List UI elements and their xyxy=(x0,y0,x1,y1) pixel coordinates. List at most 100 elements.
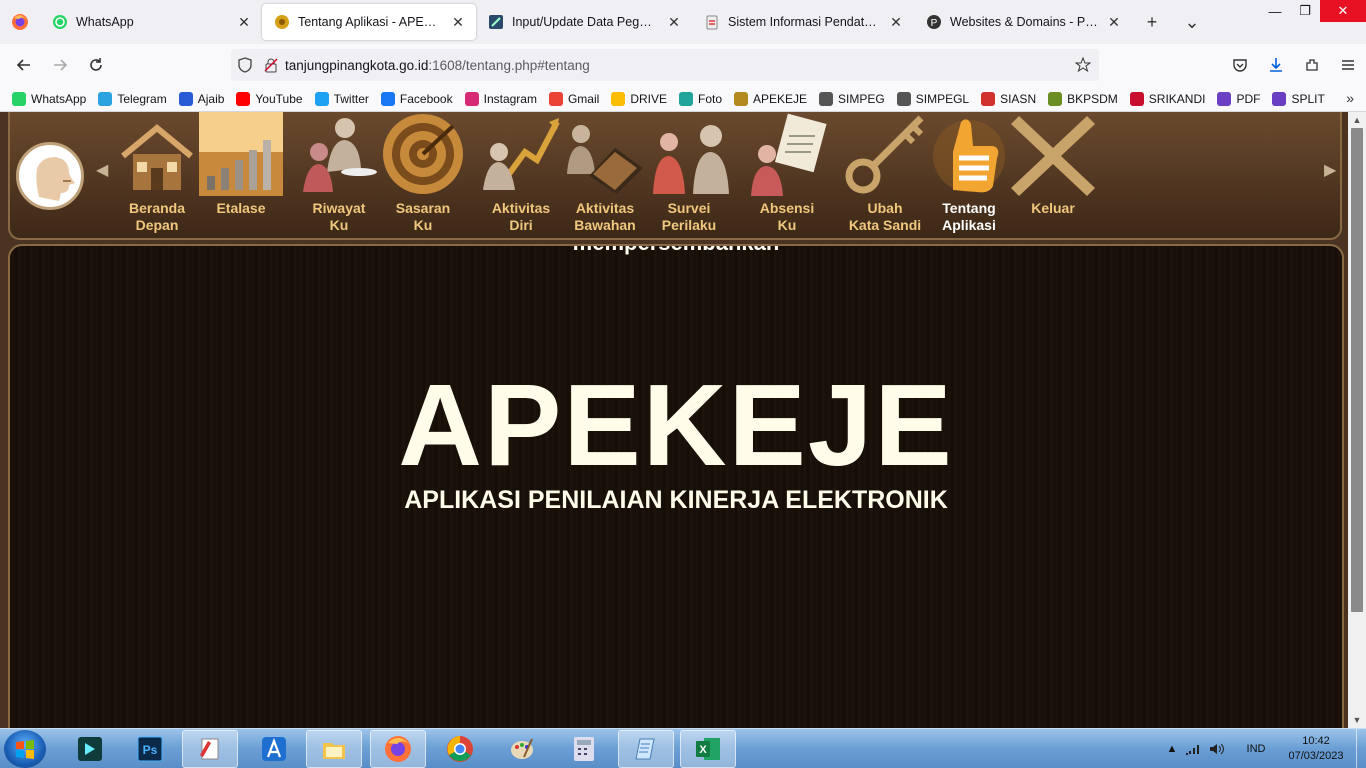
forward-button[interactable] xyxy=(42,49,78,81)
tab-whatsapp[interactable]: WhatsApp ✕ xyxy=(40,0,262,44)
pocket-icon[interactable] xyxy=(1222,44,1258,86)
bookmarks-overflow-chevron-icon[interactable]: » xyxy=(1346,90,1354,106)
tab-plesk[interactable]: P Websites & Domains - Plesk Obsidian ✕ xyxy=(914,0,1132,44)
bookmark-youtube[interactable]: YouTube xyxy=(236,91,303,106)
system-tray: ▲ IND 10:42 07/03/2023 xyxy=(1160,729,1366,768)
language-indicator[interactable]: IND xyxy=(1236,743,1276,755)
insecure-lock-icon[interactable] xyxy=(263,57,279,73)
bookmark-apekeje[interactable]: APEKEJE xyxy=(734,91,807,106)
bookmark-label: BKPSDM xyxy=(1067,91,1118,106)
app-subtitle: APLIKASI PENILAIAN KINERJA ELEKTRONIK xyxy=(404,486,948,514)
srikandi-icon xyxy=(1129,91,1144,106)
bookmark-whatsapp[interactable]: WhatsApp xyxy=(12,91,86,106)
bookmark-ajaib[interactable]: Ajaib xyxy=(178,91,224,106)
menu-item-etalase[interactable]: Etalase xyxy=(198,112,284,236)
taskbar-firefox-icon[interactable] xyxy=(370,730,426,768)
tab-title: Websites & Domains - Plesk Obsidian xyxy=(950,15,1098,29)
taskbar-notes-icon[interactable] xyxy=(182,730,238,768)
menu-item-label: Beranda Depan xyxy=(128,200,186,233)
bookmark-facebook[interactable]: Facebook xyxy=(380,91,453,106)
bookmark-telegram[interactable]: Telegram xyxy=(98,91,167,106)
taskbar-photoshop-icon[interactable]: Ps xyxy=(122,730,178,768)
bookmark-foto[interactable]: Foto xyxy=(679,91,722,106)
reload-button[interactable] xyxy=(78,49,114,81)
tab-close-icon[interactable]: ✕ xyxy=(888,14,904,31)
bookmark-pdf[interactable]: PDF xyxy=(1217,91,1261,106)
tab-apekeje[interactable]: Tentang Aplikasi - APEKEJE ✕ xyxy=(262,4,476,40)
taskbar-filmora-icon[interactable] xyxy=(62,730,118,768)
menu-item-aktivitas-diri[interactable]: Aktivitas Diri xyxy=(478,112,564,236)
bookmark-label: DRIVE xyxy=(630,91,667,106)
url-text[interactable]: tanjungpinangkota.go.id:1608/tentang.php… xyxy=(285,58,590,73)
network-signal-icon[interactable] xyxy=(1184,742,1208,756)
start-button[interactable] xyxy=(4,730,46,768)
taskbar-calculator-icon[interactable] xyxy=(556,730,612,768)
menu-prev-arrow-icon[interactable]: ◀ xyxy=(96,160,108,180)
scrollbar-thumb[interactable] xyxy=(1351,128,1363,612)
taskbar-excel-icon[interactable]: X xyxy=(680,730,736,768)
bookmark-label: Twitter xyxy=(333,91,369,106)
taskbar-explorer-icon[interactable] xyxy=(306,730,362,768)
tab-title: Input/Update Data Pegawai xyxy=(512,15,658,29)
taskbar-arc-icon[interactable] xyxy=(246,730,302,768)
taskbar-chrome-icon[interactable] xyxy=(432,730,488,768)
avatar[interactable] xyxy=(16,142,84,210)
close-window-button[interactable]: ✕ xyxy=(1320,0,1366,22)
bookmark-gmail[interactable]: Gmail xyxy=(548,91,599,106)
tracking-shield-icon[interactable] xyxy=(237,57,253,73)
apekeje-icon xyxy=(274,14,290,30)
menu-item-aktivitas-bawahan[interactable]: Aktivitas Bawahan xyxy=(562,112,648,236)
bookmark-bkpsdm[interactable]: BKPSDM xyxy=(1048,91,1118,106)
menu-item-riwayat-ku[interactable]: Riwayat Ku xyxy=(296,112,382,236)
taskbar-notepad-icon[interactable] xyxy=(618,730,674,768)
show-desktop-button[interactable] xyxy=(1356,729,1366,768)
extensions-icon[interactable] xyxy=(1294,44,1330,86)
scroll-down-arrow-icon[interactable]: ▼ xyxy=(1348,712,1366,728)
back-button[interactable] xyxy=(6,49,42,81)
tab-sistem-informasi[interactable]: Sistem Informasi Pendataan Aplikasi ✕ xyxy=(692,0,914,44)
clock-date: 07/03/2023 xyxy=(1288,750,1344,762)
clock[interactable]: 10:42 07/03/2023 xyxy=(1276,734,1356,764)
menu-item-tentang-aplikasi[interactable]: Tentang Aplikasi xyxy=(926,112,1012,236)
restore-button[interactable]: ❐ xyxy=(1290,0,1320,22)
menu-item-survei-perilaku[interactable]: Survei Perilaku xyxy=(646,112,732,236)
list-tabs-chevron-icon[interactable]: ⌄ xyxy=(1172,0,1212,44)
bookmark-siasn[interactable]: SIASN xyxy=(981,91,1036,106)
menu-item-keluar[interactable]: Keluar xyxy=(1010,112,1096,236)
bookmark-label: SPLIT xyxy=(1291,91,1325,106)
tab-close-icon[interactable]: ✕ xyxy=(236,14,252,31)
bookmark-simpeg[interactable]: SIMPEG xyxy=(819,91,885,106)
hamburger-menu-icon[interactable] xyxy=(1330,44,1366,86)
scroll-up-arrow-icon[interactable]: ▲ xyxy=(1348,112,1366,128)
page-scrollbar[interactable]: ▲ ▼ xyxy=(1348,112,1366,728)
tab-close-icon[interactable]: ✕ xyxy=(1106,14,1122,31)
tab-pegawai[interactable]: Input/Update Data Pegawai ✕ xyxy=(476,0,692,44)
bookmark-split[interactable]: SPLIT xyxy=(1272,91,1325,106)
bookmark-srikandi[interactable]: SRIKANDI xyxy=(1129,91,1205,106)
minimize-button[interactable]: — xyxy=(1260,0,1290,22)
downloads-icon[interactable] xyxy=(1258,44,1294,86)
bookmark-twitter[interactable]: Twitter xyxy=(314,91,369,106)
bookmark-instagram[interactable]: Instagram xyxy=(464,91,537,106)
new-tab-button[interactable]: + xyxy=(1132,0,1172,44)
bookmark-star-icon[interactable] xyxy=(1075,57,1091,73)
bookmark-drive[interactable]: DRIVE xyxy=(611,91,667,106)
ajaib-icon xyxy=(178,91,193,106)
show-hidden-icons-icon[interactable]: ▲ xyxy=(1160,743,1184,755)
bookmark-label: PDF xyxy=(1236,91,1261,106)
taskbar-paint-icon[interactable] xyxy=(494,730,550,768)
bookmark-simpegl[interactable]: SIMPEGL xyxy=(896,91,969,106)
volume-icon[interactable] xyxy=(1208,742,1236,756)
menu-item-sasaran-ku[interactable]: Sasaran Ku xyxy=(380,112,466,236)
menu-item-label: Riwayat Ku xyxy=(312,200,366,233)
tab-close-icon[interactable]: ✕ xyxy=(666,14,682,31)
tab-close-icon[interactable]: ✕ xyxy=(450,14,466,31)
tab-title: Sistem Informasi Pendataan Aplikasi xyxy=(728,15,880,29)
split-icon xyxy=(1272,91,1287,106)
url-bar[interactable]: tanjungpinangkota.go.id:1608/tentang.php… xyxy=(231,49,1099,81)
menu-item-ubah-kata-sandi[interactable]: Ubah Kata Sandi xyxy=(842,112,928,236)
firefox-menu-icon[interactable] xyxy=(0,0,40,44)
menu-item-absensi-ku[interactable]: Absensi Ku xyxy=(744,112,830,236)
menu-next-arrow-icon[interactable]: ▶ xyxy=(1324,160,1336,180)
menu-item-beranda-depan[interactable]: Beranda Depan xyxy=(114,112,200,236)
